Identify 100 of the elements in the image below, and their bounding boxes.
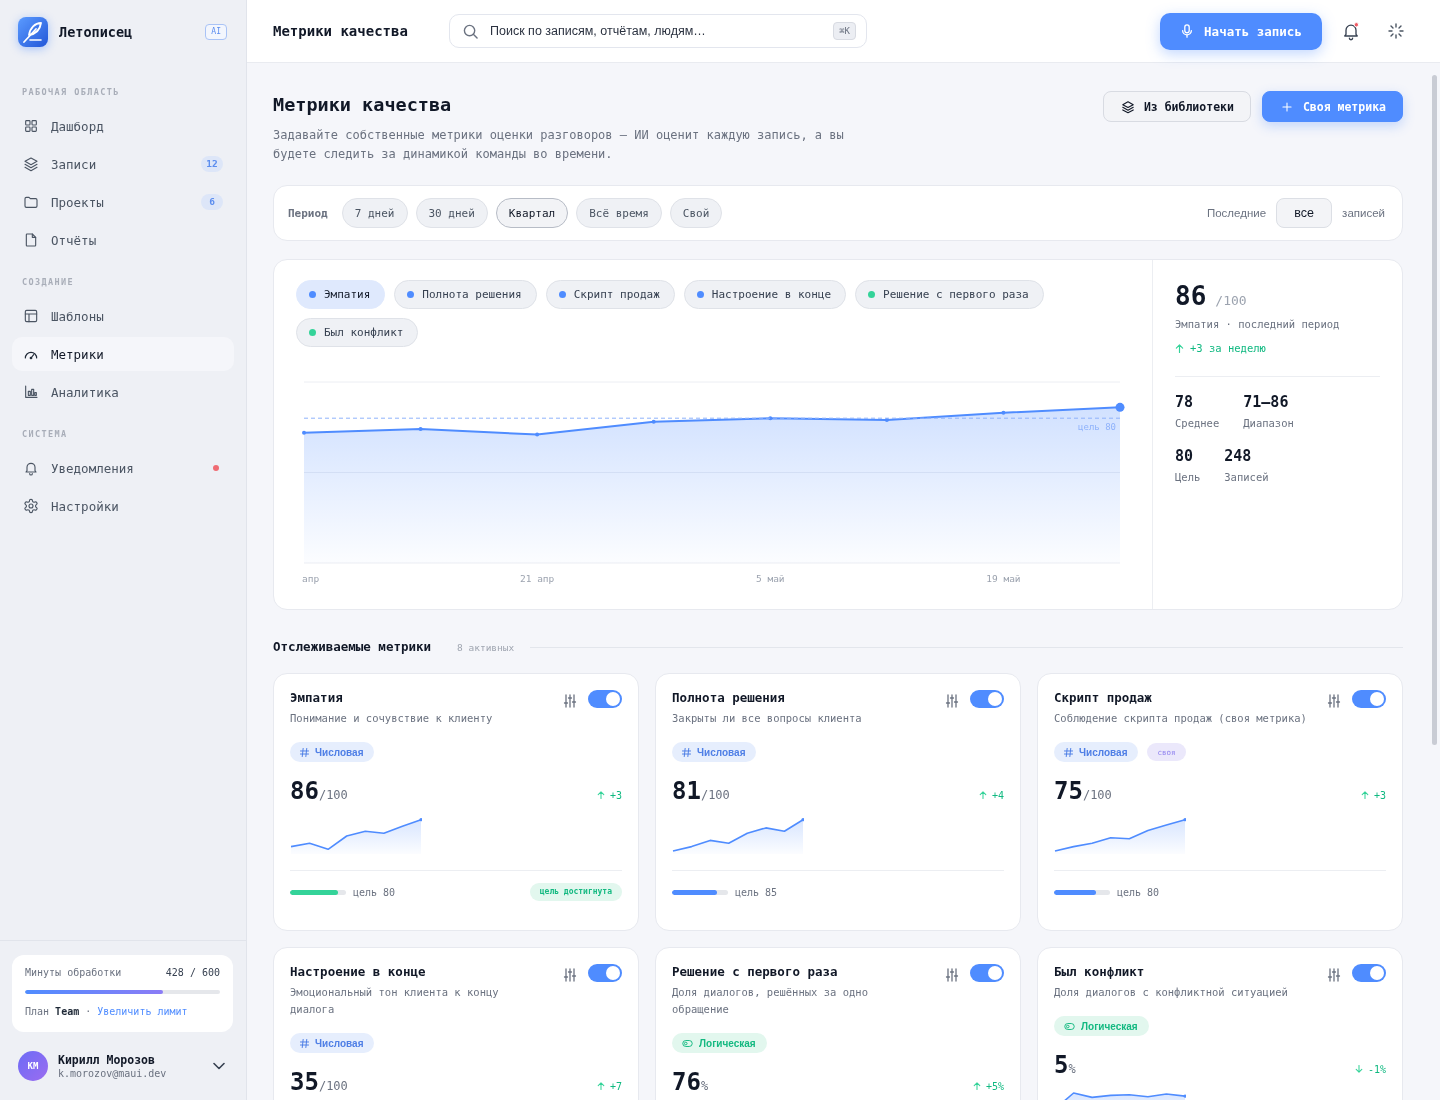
metric-delta: -1% (1367, 1063, 1386, 1075)
metric-unit: /100 (318, 788, 348, 802)
metric-chip[interactable]: Настроение в конце (683, 280, 846, 309)
nav-item[interactable]: Дашборд (12, 109, 234, 143)
shortcut-hint: ⌘K (833, 22, 856, 40)
metric-value: 5 (1054, 1051, 1069, 1079)
nav-item[interactable]: Шаблоны (12, 299, 234, 333)
toggle-switch[interactable] (970, 964, 1004, 982)
toggle-switch[interactable] (588, 964, 622, 982)
metric-delta: +5% (985, 1080, 1004, 1092)
ai-badge: AI (205, 24, 227, 40)
axis-label: апр (302, 573, 320, 584)
hash-icon (1064, 747, 1073, 757)
nav-item[interactable]: Метрики (12, 337, 234, 371)
score-scale: /100 (1215, 293, 1247, 308)
goal-label: цель 80 (353, 886, 396, 898)
nav-section-title: РАБОЧАЯ ОБЛАСТЬ (22, 86, 121, 98)
nav-item[interactable]: Записи 12 (12, 147, 234, 181)
metric-value: 35 (290, 1068, 319, 1096)
stat-value: 248 (1224, 447, 1253, 465)
metric-description: Доля диалогов, решённых за одно обращение (672, 985, 869, 1017)
metric-description: Закрыты ли все вопросы клиента (672, 711, 862, 726)
nav-item[interactable]: Аналитика (12, 375, 234, 409)
stat-value: 71–86 (1243, 393, 1290, 411)
microphone-icon (1180, 24, 1195, 38)
tag-label: Логическая (1081, 1020, 1138, 1032)
nav-item[interactable]: Проекты 6 (12, 185, 234, 219)
usage-reading: 428 / 600 (165, 966, 220, 980)
sliders-icon[interactable] (563, 694, 577, 708)
period-option[interactable]: 30 дней (415, 198, 488, 228)
toggle-switch[interactable] (970, 690, 1004, 708)
toggle-switch[interactable] (1352, 690, 1386, 708)
section-heading: Отслеживаемые метрики (273, 638, 432, 656)
toggle-switch[interactable] (1352, 964, 1386, 982)
goal-label: цель 80 (1078, 422, 1116, 433)
file-icon (23, 232, 39, 248)
period-option[interactable]: Квартал (495, 198, 569, 228)
stat-label: Среднее (1175, 416, 1220, 430)
bell-icon[interactable] (1341, 21, 1361, 41)
library-button[interactable]: Из библиотеки (1102, 91, 1251, 122)
goal-status-badge: цель достигнута (529, 883, 622, 901)
metric-unit: /100 (1082, 788, 1112, 802)
scrollbar-thumb[interactable] (1432, 75, 1437, 745)
bar-chart-icon (23, 384, 39, 400)
metric-chip[interactable]: Решение с первого раза (855, 280, 1044, 309)
metric-title: Эмпатия (290, 690, 344, 706)
period-option[interactable]: Всё время (576, 198, 662, 228)
active-count: 8 активных (457, 641, 515, 653)
layout-icon (23, 308, 39, 324)
nav-item[interactable]: Уведомления (12, 451, 234, 485)
layers-icon (23, 156, 39, 172)
hash-icon (682, 747, 691, 757)
usage-label: Минуты обработки (25, 966, 122, 980)
search-icon (463, 23, 478, 39)
stat-label: Диапазон (1243, 416, 1294, 430)
metric-chip[interactable]: Эмпатия (296, 280, 386, 309)
user-name: Кирилл Морозов (58, 1053, 156, 1067)
metric-title: Полнота решения (672, 690, 786, 706)
page-description: Задавайте собственные метрики оценки разговоров — ИИ оценит каждую запись, а вы будете следить за динамикой команды во времени. (273, 127, 845, 163)
nav-item[interactable]: Отчёты (12, 223, 234, 257)
metric-delta: +4 (991, 789, 1004, 801)
app-name: Летописец (59, 24, 133, 40)
plus-icon (1279, 99, 1294, 114)
sliders-icon[interactable] (1327, 968, 1341, 982)
metric-value: 76 (672, 1068, 701, 1096)
feather-logo-icon (18, 17, 48, 47)
grid-icon (23, 118, 39, 134)
metric-value: 86 (290, 777, 319, 805)
metric-unit: /100 (318, 1079, 348, 1093)
limit-prefix: Последние (1206, 207, 1267, 219)
toggle-switch[interactable] (588, 690, 622, 708)
tag-label: Числовая (1079, 746, 1128, 758)
tag-label: Числовая (697, 746, 746, 758)
chevron-down-icon[interactable] (213, 1062, 225, 1070)
score-value: 86 (1175, 280, 1207, 312)
metric-title: Настроение в конце (290, 964, 427, 980)
metric-title: Решение с первого раза (672, 964, 839, 980)
metric-chip[interactable]: Скрипт продаж (545, 280, 675, 309)
user-email: k.morozov@maui.dev (58, 1068, 167, 1079)
metric-chip[interactable]: Полнота решения (394, 280, 537, 309)
nav-item[interactable]: Настройки (12, 489, 234, 523)
metric-delta: +3 (1373, 789, 1386, 801)
stat-label: Записей (1224, 470, 1269, 484)
metric-unit: % (700, 1079, 709, 1093)
sliders-icon[interactable] (945, 968, 959, 982)
goal-label: цель 85 (735, 886, 778, 898)
records-limit-field[interactable]: все (1276, 198, 1333, 228)
spinner-icon[interactable] (1388, 23, 1404, 39)
sliders-icon[interactable] (1327, 694, 1341, 708)
axis-label: 19 май (986, 573, 1021, 584)
metric-description: Эмоциональный тон клиента к концу диалога (290, 985, 500, 1017)
period-option[interactable]: 7 дней (341, 198, 408, 228)
tag-label: Логическая (699, 1037, 756, 1049)
hash-icon (300, 747, 309, 757)
sliders-icon[interactable] (945, 694, 959, 708)
sliders-icon[interactable] (563, 968, 577, 982)
period-option[interactable]: Свой (669, 198, 723, 228)
metric-chip[interactable]: Был конфликт (296, 318, 419, 347)
goal-label: цель 80 (1117, 886, 1160, 898)
metric-title: Скрипт продаж (1054, 690, 1153, 706)
